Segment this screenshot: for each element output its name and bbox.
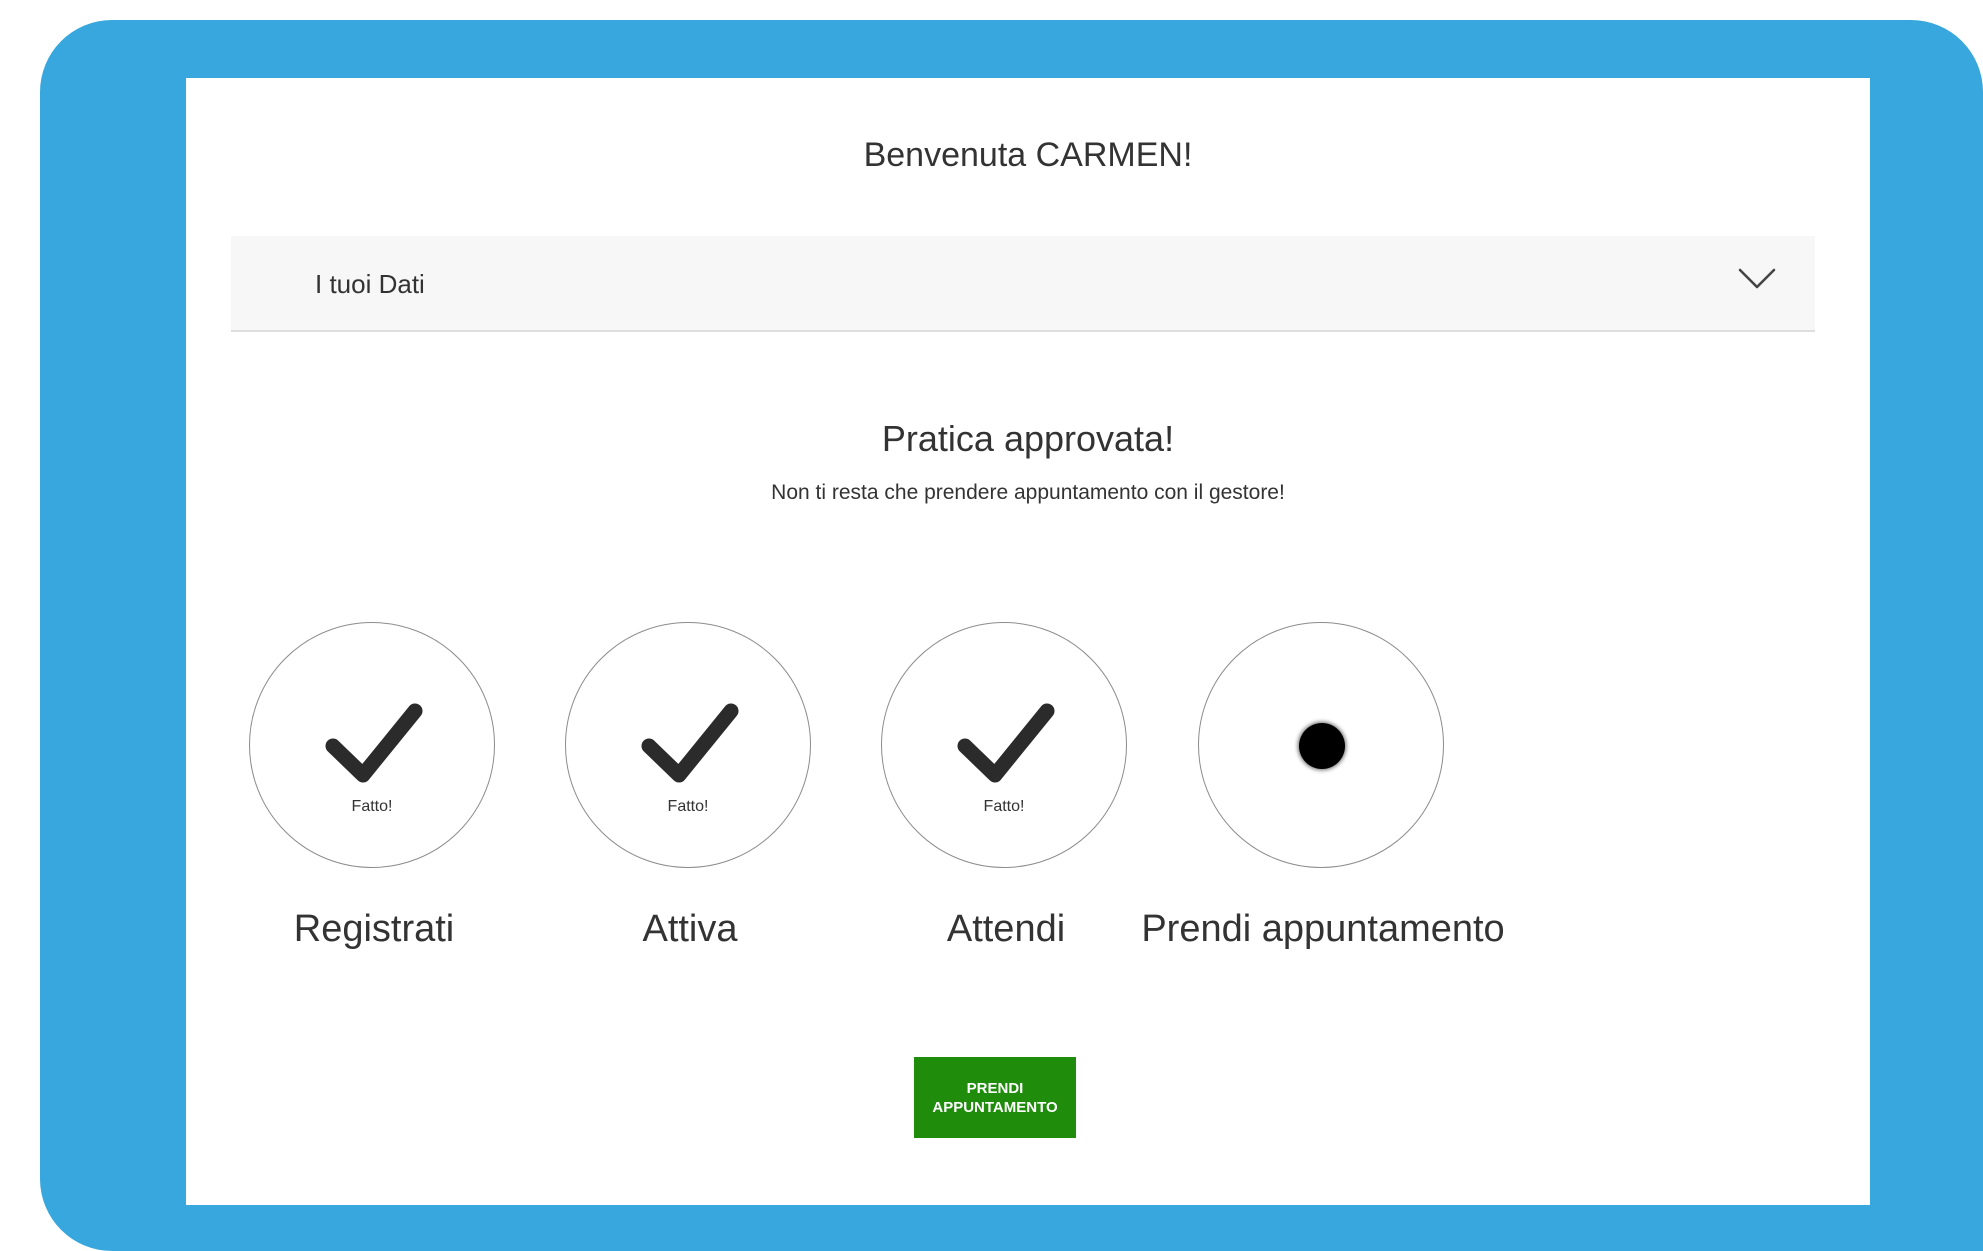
accordion-your-data[interactable]: I tuoi Dati [231,236,1815,332]
accordion-label: I tuoi Dati [315,269,425,299]
chevron-down-icon[interactable] [1737,266,1777,292]
step-circle [1198,622,1444,868]
step-circle: Fatto! [565,622,811,868]
step-label: Prendi appuntamento [1141,908,1505,950]
checkmark-icon [641,703,739,783]
outer-frame: Benvenuta CARMEN! I tuoi Dati Pratica ap… [40,20,1983,1251]
step-circle: Fatto! [249,622,495,868]
book-appointment-button[interactable]: PRENDI APPUNTAMENTO [914,1057,1076,1138]
step-done-text: Fatto! [667,798,709,815]
step-done-text: Fatto! [351,798,393,815]
checkmark-icon [325,703,423,783]
status-title: Pratica approvata! [881,418,1175,459]
progress-steps: Fatto! Registrati Fatto! Attiva Fatto! A… [186,622,1870,962]
checkmark-icon [957,703,1055,783]
status-subtitle: Non ti resta che prendere appuntamento c… [771,481,1285,504]
step-done-text: Fatto! [983,798,1025,815]
button-label-line1: PRENDI [966,1079,1024,1097]
welcome-title: Benvenuta CARMEN! [863,136,1193,174]
main-panel: Benvenuta CARMEN! I tuoi Dati Pratica ap… [186,78,1870,1205]
step-prendi-appuntamento: Prendi appuntamento [1103,622,1543,962]
button-label-line2: APPUNTAMENTO [932,1098,1058,1116]
step-circle: Fatto! [881,622,1127,868]
dot-icon [1299,723,1345,769]
